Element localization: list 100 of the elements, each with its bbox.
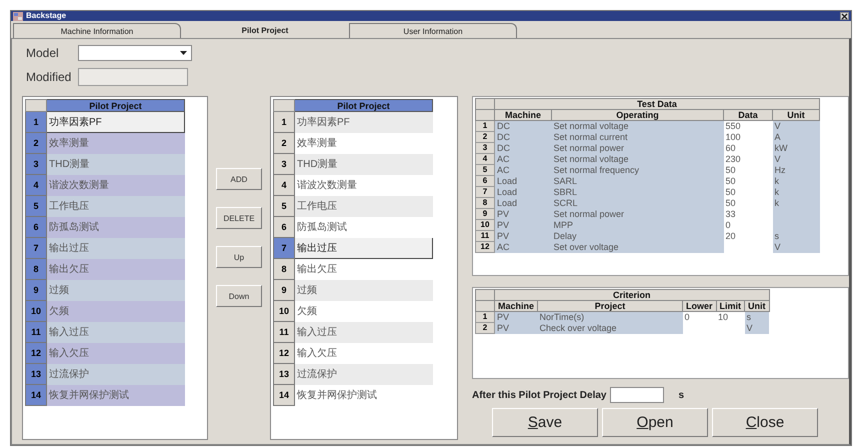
row-number: 1 — [476, 120, 494, 132]
dialog-button[interactable]: Save — [492, 408, 598, 437]
tab[interactable]: Machine Information — [13, 23, 181, 38]
app-icon — [13, 12, 23, 20]
table-cell: Set normal current — [552, 132, 724, 142]
list-item[interactable]: 功率因素PF — [46, 112, 184, 132]
list-item[interactable]: 恢复并网保护测试 — [46, 384, 184, 406]
row-number: 3 — [476, 142, 494, 154]
model-dropdown[interactable] — [78, 45, 192, 61]
row-number: 11 — [26, 322, 46, 342]
row-number: 7 — [26, 238, 46, 258]
row-number: 13 — [274, 364, 294, 384]
list-item[interactable]: 功率因素PF — [294, 112, 432, 132]
row-number: 6 — [274, 216, 294, 238]
table-cell: Set normal voltage — [552, 154, 724, 164]
list-item[interactable]: 谐波次数测量 — [294, 174, 432, 196]
list-item[interactable]: 效率测量 — [294, 132, 432, 154]
list-item[interactable]: 输入欠压 — [294, 342, 432, 364]
row-number: 9 — [26, 280, 46, 300]
table-title: Test Data — [494, 98, 820, 110]
list-item[interactable]: 输出欠压 — [294, 258, 432, 280]
action-button[interactable]: ADD — [216, 168, 262, 190]
row-number: 2 — [274, 132, 294, 154]
row-number: 10 — [274, 300, 294, 322]
row-number: 5 — [274, 196, 294, 216]
list-item[interactable]: 工作电压 — [294, 196, 432, 216]
list-item[interactable]: 防孤岛测试 — [294, 216, 432, 238]
list-item[interactable]: 工作电压 — [46, 196, 184, 216]
row-number: 2 — [26, 132, 46, 154]
tab[interactable]: User Information — [349, 23, 517, 38]
dialog-button[interactable]: Open — [602, 408, 708, 437]
action-button[interactable]: DELETE — [216, 207, 262, 229]
close-icon[interactable] — [840, 12, 849, 20]
row-number: 6 — [26, 216, 46, 238]
row-number: 4 — [274, 174, 294, 196]
window-title: Backstage — [26, 11, 66, 21]
table-cell: SBRL — [552, 186, 724, 198]
row-number: 8 — [476, 198, 494, 208]
row-number: 8 — [26, 258, 46, 280]
row-number: 11 — [274, 322, 294, 342]
table-cell: Set normal power — [552, 142, 724, 154]
list-item[interactable]: 输入过压 — [294, 322, 432, 342]
unit-label: s — [678, 390, 684, 400]
row-number: 1 — [26, 112, 46, 132]
row-number: 12 — [274, 342, 294, 364]
row-number: 9 — [274, 280, 294, 300]
table-cell: MPP — [552, 220, 724, 230]
table-cell: Delay — [552, 230, 724, 242]
list-item[interactable]: 防孤岛测试 — [46, 216, 184, 238]
row-number: 12 — [26, 342, 46, 364]
table-cell: Set over voltage — [552, 242, 724, 252]
row-number: 7 — [476, 186, 494, 198]
list-item[interactable]: THD测量 — [294, 154, 432, 174]
row-number: 2 — [476, 322, 494, 334]
row-number: 4 — [476, 154, 494, 164]
table-cell: NorTime(s) — [538, 312, 683, 322]
list-item[interactable]: 输出过压 — [294, 238, 432, 258]
row-number: 6 — [476, 176, 494, 186]
list-item[interactable]: 欠频 — [294, 300, 432, 322]
delay-label: After this Pilot Project Delay — [472, 390, 606, 400]
list-item[interactable]: 恢复并网保护测试 — [294, 384, 432, 406]
list-item[interactable]: 欠频 — [46, 300, 184, 322]
table-cell: SARL — [552, 176, 724, 186]
row-number: 13 — [26, 364, 46, 384]
list-item[interactable]: 输出欠压 — [46, 258, 184, 280]
column-header: Operating — [552, 110, 724, 120]
row-number: 12 — [476, 242, 494, 252]
table-cell: SCRL — [552, 198, 724, 208]
list-item[interactable]: 过流保护 — [46, 364, 184, 384]
row-number: 14 — [26, 384, 46, 406]
table-cell: Set normal power — [552, 208, 724, 220]
dialog-button[interactable]: Close — [712, 408, 818, 437]
list-item[interactable]: 过频 — [46, 280, 184, 300]
caret-icon — [180, 51, 187, 55]
column-header: Pilot Project — [46, 100, 184, 112]
row-number: 9 — [476, 208, 494, 220]
row-number: 1 — [476, 312, 494, 322]
row-number: 8 — [274, 258, 294, 280]
action-button[interactable]: Down — [216, 285, 262, 307]
table-cell: Set normal frequency — [552, 164, 724, 176]
list-item[interactable]: 输入过压 — [46, 322, 184, 342]
row-number: 10 — [26, 300, 46, 322]
list-item[interactable]: 过流保护 — [294, 364, 432, 384]
list-item[interactable]: 输入欠压 — [46, 342, 184, 364]
row-number: 5 — [26, 196, 46, 216]
delay-field[interactable] — [610, 387, 664, 403]
row-number: 11 — [476, 230, 494, 242]
row-number: 3 — [274, 154, 294, 174]
row-number: 2 — [476, 132, 494, 142]
model-label: Model — [26, 46, 60, 60]
list-item[interactable]: 效率测量 — [46, 132, 184, 154]
table-cell[interactable]: 10 — [716, 312, 745, 322]
list-item[interactable]: 谐波次数测量 — [46, 174, 184, 196]
list-item[interactable]: 过频 — [294, 280, 432, 300]
action-button[interactable]: Up — [216, 246, 262, 268]
row-number: 4 — [26, 174, 46, 196]
list-item[interactable]: 输出过压 — [46, 238, 184, 258]
table-cell: Check over voltage — [538, 322, 683, 334]
list-item[interactable]: THD测量 — [46, 154, 184, 174]
row-number: 5 — [476, 164, 494, 176]
